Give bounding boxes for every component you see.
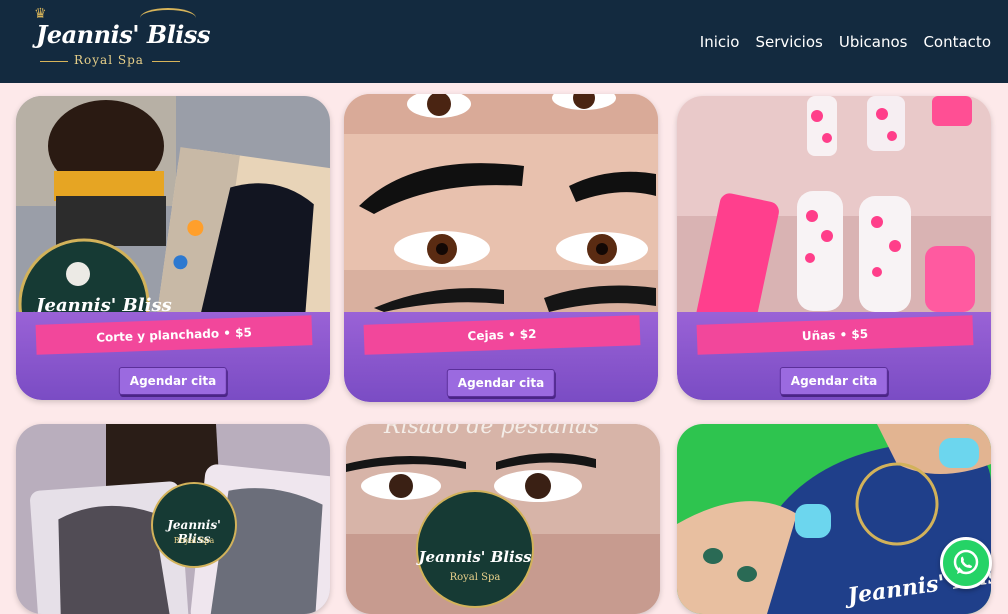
service-panel: Corte y planchado • $5 Agendar cita [16,312,330,400]
overlay-caption: Risado de pestañas [384,424,600,439]
service-card-corte: Jeannis' Bliss Corte y planchado • $5 Ag… [16,96,330,400]
nav-inicio[interactable]: Inicio [700,33,740,51]
brand-subtitle: Royal Spa [74,53,144,67]
brand-logo[interactable]: ♛ Jeannis' Bliss Royal Spa [30,6,210,72]
brand-name: Jeannis' Bliss [36,20,210,49]
nav-ubicanos[interactable]: Ubicanos [839,33,908,51]
svg-text:Jeannis' Bliss: Jeannis' Bliss [33,295,172,312]
service-card-unas: Uñas • $5 Agendar cita [677,96,991,400]
agendar-cita-button[interactable]: Agendar cita [118,367,228,395]
logo-divider [152,61,180,62]
service-title: Uñas • $5 [696,315,974,355]
service-card-cejas: Cejas • $2 Agendar cita [344,94,658,402]
service-panel: Cejas • $2 Agendar cita [344,312,658,402]
site-header: ♛ Jeannis' Bliss Royal Spa Inicio Servic… [0,0,1008,83]
service-photo-haircut: Jeannis' Bliss [16,96,330,312]
service-panel: Uñas • $5 Agendar cita [677,312,991,400]
agendar-cita-button[interactable]: Agendar cita [446,369,556,397]
logo-divider [40,61,68,62]
brand-seal: Jeannis' Bliss Royal Spa [151,482,237,568]
service-title: Corte y planchado • $5 [35,315,313,355]
whatsapp-button[interactable] [940,537,992,589]
service-photo-brows [344,94,658,312]
whatsapp-icon [953,549,979,575]
service-card-pedicure: Jeannis' Bliss [677,424,991,614]
nav-servicios[interactable]: Servicios [755,33,822,51]
agendar-cita-button[interactable]: Agendar cita [779,367,889,395]
service-title: Cejas • $2 [363,315,641,355]
nav-contacto[interactable]: Contacto [923,33,991,51]
service-card-pestanas: Risado de pestañas Jeannis' Bliss Royal … [346,424,660,614]
service-photo-nails [677,96,991,312]
brand-seal: Jeannis' Bliss Royal Spa [416,490,534,608]
main-nav: Inicio Servicios Ubicanos Contacto [700,33,991,51]
service-card-keratina: Jeannis' Bliss Royal Spa [16,424,330,614]
